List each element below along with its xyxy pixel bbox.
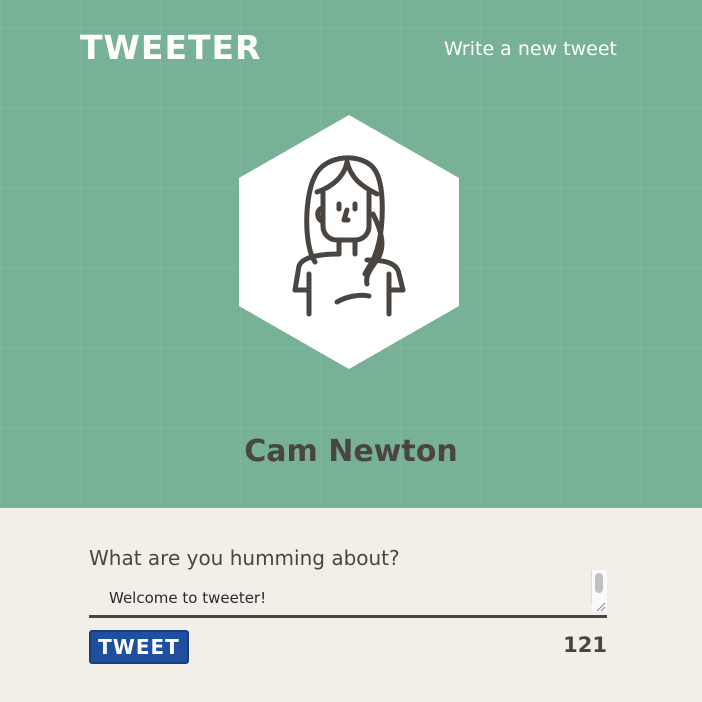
profile-header: TWEETER Write a new tweet Cam Newton xyxy=(0,0,702,508)
profile-name: Cam Newton xyxy=(244,434,458,469)
composer-label: What are you humming about? xyxy=(89,546,400,570)
character-counter: 121 xyxy=(563,633,607,657)
person-avatar-icon xyxy=(239,115,459,369)
scrollbar-thumb[interactable] xyxy=(595,573,603,593)
nose xyxy=(341,207,351,223)
tweet-input[interactable]: Welcome to tweeter! xyxy=(89,570,607,615)
app-logo[interactable]: TWEETER xyxy=(80,28,261,68)
tweet-button[interactable]: TWEET xyxy=(89,630,189,664)
resize-grip-icon[interactable] xyxy=(592,598,607,612)
tweet-textarea-wrapper: Welcome to tweeter! xyxy=(89,570,607,618)
resize-grip-glyph xyxy=(596,602,606,612)
avatar xyxy=(237,114,461,370)
page: TWEETER Write a new tweet Cam Newton Wha… xyxy=(0,0,702,702)
write-new-tweet-link[interactable]: Write a new tweet xyxy=(444,36,617,62)
